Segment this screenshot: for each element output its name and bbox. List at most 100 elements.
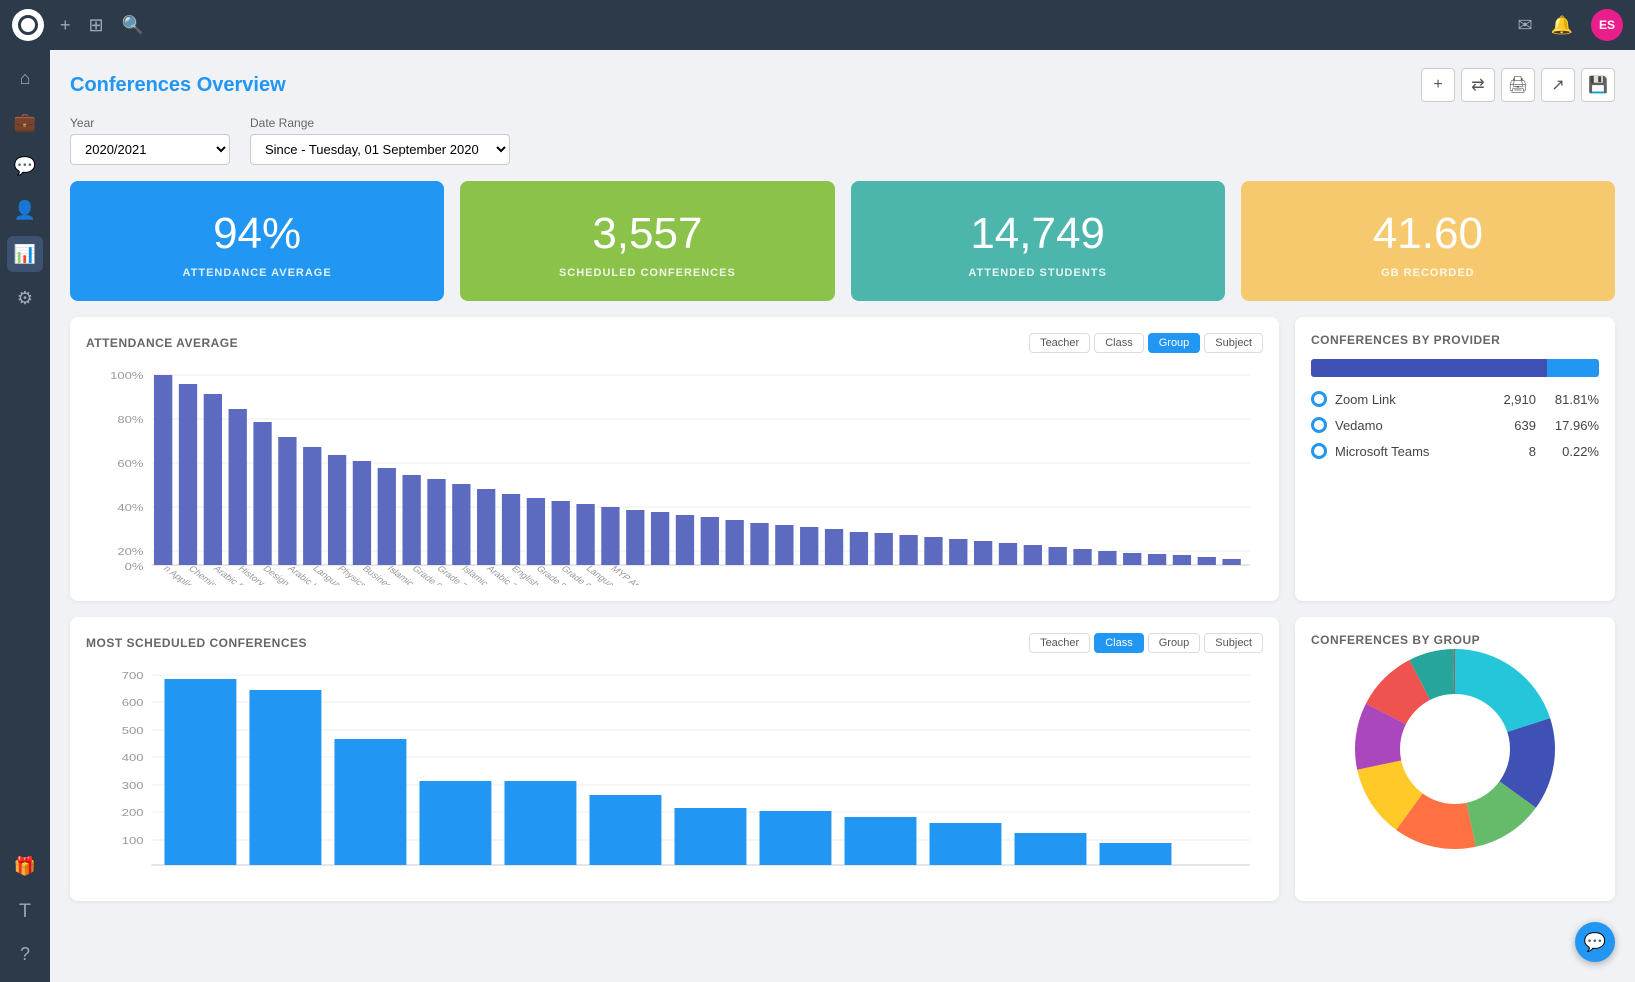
- main-content: Conferences Overview + ⇄ 🖨 ↗ 💾 Year 2020…: [50, 50, 1635, 982]
- attendance-filter-class[interactable]: Class: [1094, 333, 1144, 353]
- stat-card-scheduled: 3,557 SCHEDULED CONFERENCES: [460, 181, 834, 301]
- svg-text:400: 400: [122, 752, 144, 763]
- gb-value: 41.60: [1373, 209, 1483, 259]
- date-range-label: Date Range: [250, 116, 510, 130]
- zoom-name: Zoom Link: [1335, 392, 1488, 407]
- filters-row: Year 2020/2021 Date Range Since - Tuesda…: [70, 116, 1615, 165]
- svg-text:MYP Arabic 6C...: MYP Arabic 6C...: [609, 564, 673, 585]
- sidebar-item-home[interactable]: ⌂: [7, 60, 43, 96]
- group-pie-chart: [1311, 659, 1599, 839]
- svg-text:600: 600: [122, 697, 144, 708]
- sidebar-item-help[interactable]: ?: [7, 936, 43, 972]
- attendance-chart-svg: 100% 80% 60% 40% 20% 0%: [86, 365, 1263, 585]
- scheduled-value: 3,557: [592, 209, 702, 259]
- print-button[interactable]: 🖨: [1501, 68, 1535, 102]
- scheduled-filter-teacher[interactable]: Teacher: [1029, 633, 1090, 653]
- page-title: Conferences Overview: [70, 74, 286, 97]
- provider-chart-card: CONFERENCES BY PROVIDER Zoom Link 2,910 …: [1295, 317, 1615, 601]
- nav-icons: + ⊞ 🔍: [60, 15, 144, 36]
- msteams-name: Microsoft Teams: [1335, 444, 1488, 459]
- scheduled-label: SCHEDULED CONFERENCES: [559, 267, 736, 279]
- svg-text:200: 200: [122, 807, 144, 818]
- sidebar-item-chat[interactable]: 💬: [7, 148, 43, 184]
- page-header: Conferences Overview + ⇄ 🖨 ↗ 💾: [70, 68, 1615, 102]
- attendance-filter-group[interactable]: Group: [1148, 333, 1201, 353]
- attended-value: 14,749: [970, 209, 1105, 259]
- stat-card-attended: 14,749 ATTENDED STUDENTS: [851, 181, 1225, 301]
- sidebar-item-translate[interactable]: Ｔ: [7, 892, 43, 928]
- gb-label: GB RECORDED: [1381, 267, 1475, 279]
- transfer-button[interactable]: ⇄: [1461, 68, 1495, 102]
- provider-row-zoom: Zoom Link 2,910 81.81%: [1311, 391, 1599, 407]
- provider-row-vedamo: Vedamo 639 17.96%: [1311, 417, 1599, 433]
- sidebar-item-briefcase[interactable]: 💼: [7, 104, 43, 140]
- date-range-select[interactable]: Since - Tuesday, 01 September 2020: [250, 134, 510, 165]
- mail-icon[interactable]: ✉: [1517, 15, 1532, 36]
- zoom-dot: [1311, 391, 1327, 407]
- vedamo-count: 639: [1496, 418, 1536, 433]
- scheduled-filter-btns: Teacher Class Group Subject: [1029, 633, 1263, 653]
- scheduled-chart-svg: 700 600 500 400 300 200 100: [86, 665, 1263, 885]
- zoom-count: 2,910: [1496, 392, 1536, 407]
- scheduled-chart-header: MOST SCHEDULED CONFERENCES Teacher Class…: [86, 633, 1263, 653]
- grid-icon[interactable]: ⊞: [89, 15, 104, 36]
- provider-chart-title: CONFERENCES BY PROVIDER: [1311, 333, 1500, 347]
- attendance-bar-chart: 100% 80% 60% 40% 20% 0%: [86, 365, 1263, 585]
- date-range-filter-group: Date Range Since - Tuesday, 01 September…: [250, 116, 510, 165]
- svg-text:300: 300: [122, 780, 144, 791]
- provider-bar: [1311, 359, 1599, 377]
- group-chart-card: CONFERENCES BY GROUP: [1295, 617, 1615, 901]
- export-button[interactable]: ↗: [1541, 68, 1575, 102]
- attendance-chart-header: ATTENDANCE AVERAGE Teacher Class Group S…: [86, 333, 1263, 353]
- scheduled-filter-subject[interactable]: Subject: [1204, 633, 1263, 653]
- vedamo-name: Vedamo: [1335, 418, 1488, 433]
- msteams-pct: 0.22%: [1544, 444, 1599, 459]
- attendance-filter-teacher[interactable]: Teacher: [1029, 333, 1090, 353]
- avatar[interactable]: ES: [1591, 9, 1623, 41]
- top-navigation: + ⊞ 🔍 ✉ 🔔 ES: [0, 0, 1635, 50]
- provider-bar-zoom: [1311, 359, 1547, 377]
- group-chart-title: CONFERENCES BY GROUP: [1311, 633, 1480, 647]
- scheduled-filter-group[interactable]: Group: [1148, 633, 1201, 653]
- sidebar-item-settings[interactable]: ⚙: [7, 280, 43, 316]
- search-icon[interactable]: 🔍: [122, 15, 144, 36]
- header-actions: + ⇄ 🖨 ↗ 💾: [1421, 68, 1615, 102]
- bell-icon[interactable]: 🔔: [1551, 15, 1573, 36]
- charts-row-1: ATTENDANCE AVERAGE Teacher Class Group S…: [70, 317, 1615, 601]
- attendance-filter-subject[interactable]: Subject: [1204, 333, 1263, 353]
- save-button[interactable]: 💾: [1581, 68, 1615, 102]
- scheduled-filter-class[interactable]: Class: [1094, 633, 1144, 653]
- stat-card-attendance: 94% ATTENDANCE AVERAGE: [70, 181, 444, 301]
- sidebar-item-person[interactable]: 👤: [7, 192, 43, 228]
- svg-text:100: 100: [122, 835, 144, 846]
- charts-row-2: MOST SCHEDULED CONFERENCES Teacher Class…: [70, 617, 1615, 901]
- logo[interactable]: [12, 9, 44, 41]
- year-select[interactable]: 2020/2021: [70, 134, 230, 165]
- svg-text:80%: 80%: [117, 414, 143, 425]
- svg-text:100%: 100%: [110, 370, 143, 381]
- svg-text:700: 700: [122, 670, 144, 681]
- right-icons: ✉ 🔔 ES: [1517, 9, 1623, 41]
- sidebar: ⌂ 💼 💬 👤 📊 ⚙ 🎁 Ｔ ?: [0, 50, 50, 982]
- sidebar-item-gift[interactable]: 🎁: [7, 848, 43, 884]
- attendance-label: ATTENDANCE AVERAGE: [183, 267, 332, 279]
- attendance-chart-title: ATTENDANCE AVERAGE: [86, 336, 238, 350]
- svg-text:500: 500: [122, 725, 144, 736]
- svg-text:0%: 0%: [125, 561, 144, 572]
- add-icon[interactable]: +: [60, 15, 71, 36]
- attended-label: ATTENDED STUDENTS: [968, 267, 1106, 279]
- svg-text:20%: 20%: [117, 546, 143, 557]
- svg-text:40%: 40%: [117, 502, 143, 513]
- msteams-count: 8: [1496, 444, 1536, 459]
- stat-card-gb: 41.60 GB RECORDED: [1241, 181, 1615, 301]
- svg-text:60%: 60%: [117, 458, 143, 469]
- msteams-dot: [1311, 443, 1327, 459]
- provider-row-msteams: Microsoft Teams 8 0.22%: [1311, 443, 1599, 459]
- chat-bubble[interactable]: 💬: [1575, 922, 1615, 962]
- add-button[interactable]: +: [1421, 68, 1455, 102]
- sidebar-item-chart[interactable]: 📊: [7, 236, 43, 272]
- stat-cards: 94% ATTENDANCE AVERAGE 3,557 SCHEDULED C…: [70, 181, 1615, 301]
- attendance-value: 94%: [213, 209, 301, 259]
- attendance-filter-btns: Teacher Class Group Subject: [1029, 333, 1263, 353]
- year-filter-group: Year 2020/2021: [70, 116, 230, 165]
